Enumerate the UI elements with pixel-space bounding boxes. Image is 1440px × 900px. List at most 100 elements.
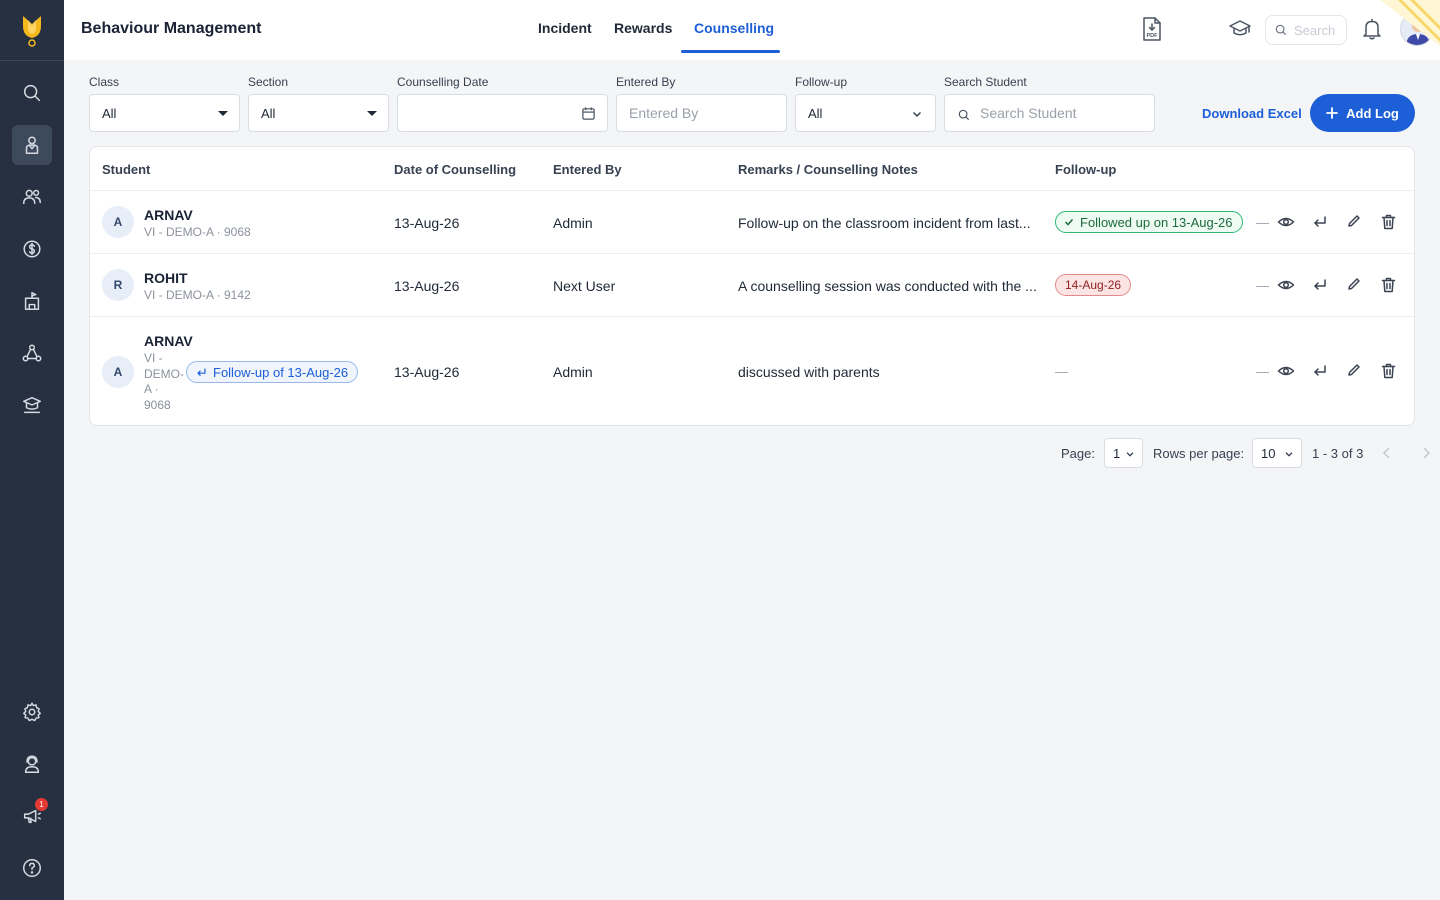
counselling-date: 13-Aug-26 [394, 215, 460, 231]
chevron-right-icon [1423, 447, 1431, 459]
filter-entered-by-input[interactable]: Entered By [616, 94, 787, 132]
follow-up-status-text: Followed up on 13-Aug-26 [1080, 214, 1233, 230]
row-placeholder-dash: — [1256, 215, 1269, 230]
chevron-down-icon [1285, 452, 1293, 457]
linked-follow-up-chip[interactable]: Follow-up of 13-Aug-26 [186, 361, 359, 383]
delete-icon[interactable] [1379, 213, 1397, 231]
filter-follow-up-select[interactable]: All [795, 94, 936, 132]
row-placeholder-dash: — [1256, 278, 1269, 293]
sidebar-item-settings[interactable] [12, 692, 52, 732]
calendar-icon [582, 107, 595, 120]
tab-counselling[interactable]: Counselling [694, 20, 774, 36]
sidebar: 1 [0, 0, 64, 900]
sidebar-item-transport[interactable] [12, 281, 52, 321]
add-log-button[interactable]: Add Log [1310, 94, 1415, 132]
remarks: Follow-up on the classroom incident from… [738, 215, 1031, 231]
reply-follow-up-icon[interactable] [1311, 213, 1329, 231]
users-icon [23, 189, 41, 205]
student-meta: VI - DEMO-A · 9142 [144, 288, 251, 302]
next-page-button[interactable] [1420, 446, 1432, 465]
sidebar-item-announcements[interactable]: 1 [12, 796, 52, 836]
graduation-cap-icon[interactable] [1226, 14, 1254, 44]
svg-text:PDF: PDF [1147, 33, 1159, 39]
tab-incident[interactable]: Incident [538, 20, 592, 36]
check-icon [1064, 218, 1074, 226]
filter-date-input[interactable] [397, 94, 608, 132]
entered-by: Admin [553, 364, 593, 380]
search-icon [1275, 24, 1287, 36]
edit-icon[interactable] [1345, 361, 1363, 379]
student-name[interactable]: ARNAV [144, 333, 193, 349]
filter-class-select[interactable]: All [89, 94, 240, 132]
edit-icon[interactable] [1345, 275, 1363, 293]
filter-date-label: Counselling Date [397, 75, 489, 89]
rows-per-page-value: 10 [1261, 445, 1276, 461]
page-label: Page: [1061, 446, 1095, 461]
add-log-label: Add Log [1346, 105, 1399, 121]
view-icon[interactable] [1277, 213, 1295, 231]
follow-up-status-badge: Followed up on 13-Aug-26 [1055, 211, 1243, 233]
network-icon [22, 344, 42, 362]
chevron-left-icon [1382, 447, 1390, 459]
previous-page-button[interactable] [1381, 446, 1393, 465]
filter-follow-up-label: Follow-up [795, 75, 848, 89]
tab-rewards[interactable]: Rewards [614, 20, 672, 36]
support-agent-icon [24, 755, 40, 773]
search-student-input[interactable]: Search Student [944, 94, 1155, 132]
sidebar-item-support[interactable] [12, 744, 52, 784]
column-header-entered-by: Entered By [553, 162, 622, 177]
filter-class-label: Class [89, 75, 120, 89]
column-header-student: Student [102, 162, 151, 177]
remarks: discussed with parents [738, 364, 880, 380]
filter-section-select[interactable]: All [248, 94, 389, 132]
filter-section-label: Section [248, 75, 289, 89]
sidebar-item-academics[interactable] [12, 385, 52, 425]
delete-icon[interactable] [1379, 362, 1397, 380]
student-name[interactable]: ROHIT [144, 270, 188, 286]
reply-follow-up-icon[interactable] [1311, 276, 1329, 294]
search-student-placeholder: Search Student [980, 105, 1077, 121]
student-meta-line: A · [144, 382, 159, 396]
avatar: A [102, 356, 134, 388]
sidebar-item-groups[interactable] [12, 333, 52, 373]
download-excel-button[interactable]: Download Excel [1202, 106, 1302, 121]
column-header-date: Date of Counselling [394, 162, 517, 177]
table-row[interactable]: R ROHIT VI - DEMO-A · 9142 13-Aug-26 Nex… [90, 254, 1414, 316]
page-select[interactable]: 1 [1104, 438, 1143, 468]
column-header-remarks: Remarks / Counselling Notes [738, 162, 918, 177]
sidebar-item-help[interactable] [12, 848, 52, 888]
sidebar-divider [0, 60, 64, 61]
gear-icon [23, 702, 41, 722]
sidebar-item-behaviour[interactable] [12, 125, 52, 165]
follow-up-due-badge: 14-Aug-26 [1055, 274, 1132, 296]
view-icon[interactable] [1277, 362, 1295, 380]
follow-up-empty: — [1055, 364, 1068, 379]
filter-class-value: All [102, 105, 117, 121]
sidebar-item-finance[interactable] [12, 229, 52, 269]
remarks: A counselling session was conducted with… [738, 278, 1037, 294]
edit-icon[interactable] [1345, 212, 1363, 230]
reply-icon [197, 367, 206, 376]
delete-icon[interactable] [1379, 276, 1397, 294]
building-icon [24, 292, 40, 310]
dollar-icon [23, 240, 41, 258]
chevron-down-icon [912, 111, 922, 118]
pagination-range: 1 - 3 of 3 [1312, 446, 1364, 461]
rows-per-page-select[interactable]: 10 [1252, 438, 1302, 468]
page-select-value: 1 [1113, 445, 1121, 461]
header-search[interactable]: Search [1265, 15, 1347, 45]
plus-icon [1326, 107, 1339, 119]
student-meta: VI - DEMO- A · 9068 [144, 351, 186, 413]
sidebar-item-search[interactable] [12, 73, 52, 113]
reply-follow-up-icon[interactable] [1311, 362, 1329, 380]
table-row[interactable]: A ARNAV VI - DEMO-A · 9068 13-Aug-26 Adm… [90, 191, 1414, 253]
app-logo-icon[interactable] [14, 10, 50, 50]
pdf-download-icon[interactable]: PDF [1138, 14, 1166, 44]
notification-badge: 1 [35, 798, 48, 811]
view-icon[interactable] [1277, 276, 1295, 294]
sidebar-item-people[interactable] [12, 177, 52, 217]
student-name[interactable]: ARNAV [144, 207, 193, 223]
filter-section-value: All [261, 105, 276, 121]
table-row[interactable]: A ARNAV VI - DEMO- A · 9068 Follow-up of… [90, 317, 1414, 425]
counselling-table: Student Date of Counselling Entered By R… [89, 146, 1415, 426]
